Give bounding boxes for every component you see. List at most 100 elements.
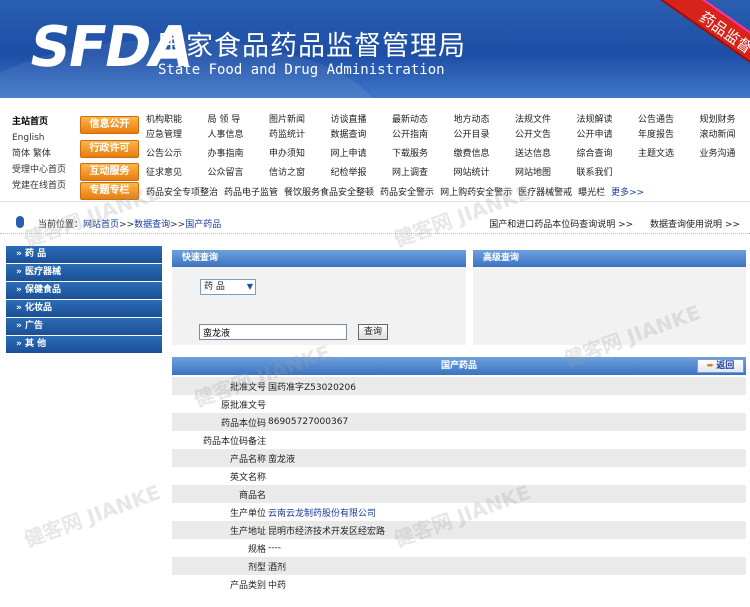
nav-topic-link[interactable]: 医疗器械警戒: [518, 185, 578, 198]
table-row: 药品本位码备注: [172, 431, 746, 449]
sidebar-item-ads[interactable]: 广告: [6, 318, 162, 336]
field-value: 86905727000367: [268, 417, 349, 427]
watermark: 健客网 JIANKE: [20, 480, 164, 552]
nav-link[interactable]: 数据查询: [331, 127, 393, 140]
nav-english-link[interactable]: English: [12, 130, 76, 146]
field-label: 药品本位码备注: [202, 436, 266, 447]
field-value: 国药准字Z53020206: [268, 382, 356, 393]
nav-link[interactable]: 纪检举报: [331, 165, 393, 178]
table-row: 原批准文号: [172, 395, 746, 413]
nav-link[interactable]: 综合查询: [577, 146, 639, 159]
nav-link[interactable]: 滚动新闻: [700, 127, 750, 140]
nav-link[interactable]: 应急管理: [146, 127, 208, 140]
nav-link[interactable]: 公开指南: [392, 127, 454, 140]
special-topic-button[interactable]: 专题专栏: [80, 182, 139, 200]
advanced-search-header[interactable]: 高级查询: [473, 250, 746, 267]
nav-link[interactable]: 缴费信息: [454, 146, 516, 159]
nav-topic-link[interactable]: 药品电子监管: [224, 185, 284, 198]
nav-link[interactable]: 申办须知: [269, 146, 331, 159]
field-label: 商品名: [238, 490, 266, 501]
nav-topic-link[interactable]: 药品安全警示: [380, 185, 440, 198]
code-query-help-link[interactable]: 国产和进口药品本位码查询说明 >>: [489, 220, 633, 230]
category-sidebar: 药 品 医疗器械 保健食品 化妆品 广告 其 他: [6, 246, 162, 354]
nav-link[interactable]: 业务沟通: [700, 146, 750, 159]
field-label: 产品类别: [229, 580, 266, 591]
breadcrumb-current[interactable]: 国产药品: [185, 220, 221, 230]
nav-link[interactable]: 网站地图: [515, 165, 577, 178]
field-value: 蛮龙液: [268, 454, 296, 465]
result-table: 批准文号 国药准字Z53020206 原批准文号 药品本位码 86905727000…: [172, 377, 746, 593]
sidebar-item-other[interactable]: 其 他: [6, 336, 162, 354]
nav-link[interactable]: 公众留言: [208, 165, 270, 178]
search-input[interactable]: [199, 324, 347, 340]
nav-link[interactable]: 年度报告: [638, 127, 700, 140]
nav-link[interactable]: 送达信息: [515, 146, 577, 159]
search-button[interactable]: 查询: [358, 324, 388, 340]
field-value: 酒剂: [268, 562, 287, 573]
nav-link[interactable]: 下载服务: [392, 146, 454, 159]
nav-link[interactable]: 公开申请: [577, 127, 639, 140]
nav-party-link[interactable]: 党建在线首页: [12, 178, 76, 194]
table-row: 规格 ----: [172, 539, 746, 557]
sidebar-item-devices[interactable]: 医疗器械: [6, 264, 162, 282]
sidebar-item-cosmetics[interactable]: 化妆品: [6, 300, 162, 318]
admin-license-button[interactable]: 行政许可: [80, 140, 139, 158]
nav-link[interactable]: 网站统计: [454, 165, 516, 178]
back-button[interactable]: 返回: [697, 359, 744, 373]
nav-link[interactable]: 征求意见: [146, 165, 208, 178]
table-row: 英文名称: [172, 467, 746, 485]
nav-more-link[interactable]: 更多>>: [611, 185, 650, 198]
category-select[interactable]: 药 品: [200, 279, 256, 295]
nav-home-link[interactable]: 主站首页: [12, 114, 76, 130]
nav-service-center-link[interactable]: 受理中心首页: [12, 162, 76, 178]
field-label: 药品本位码: [220, 418, 266, 429]
sidebar-item-drugs[interactable]: 药 品: [6, 246, 162, 264]
nav-link[interactable]: 药监统计: [269, 127, 331, 140]
nav-link[interactable]: 人事信息: [208, 127, 270, 140]
result-header: 国产药品: [172, 357, 746, 375]
nav-link[interactable]: 网上申请: [331, 146, 393, 159]
breadcrumb-separator: >>: [170, 220, 186, 230]
breadcrumb-home[interactable]: 网站首页: [83, 220, 119, 230]
info-disclosure-button[interactable]: 信息公开: [80, 116, 139, 134]
sidebar-item-health-food[interactable]: 保健食品: [6, 282, 162, 300]
nav-row-2: 应急管理 人事信息 药监统计 数据查询 公开指南 公开目录 公开文告 公开申请 …: [146, 124, 750, 143]
interactive-service-button[interactable]: 互动服务: [80, 163, 139, 181]
nav-topic-link[interactable]: 网上购药安全警示: [440, 185, 518, 198]
field-label: 英文名称: [229, 472, 266, 483]
field-value: 中药: [268, 580, 287, 591]
field-label: 剂型: [247, 562, 266, 573]
nav-row-5: 药品安全专项整治 药品电子监管 餐饮服务食品安全整顿 药品安全警示 网上购药安全…: [146, 182, 650, 201]
nav-link[interactable]: 网上调查: [392, 165, 454, 178]
manufacturer-link[interactable]: 云南云龙制药股份有限公司: [268, 506, 376, 519]
nav-link[interactable]: 公开文告: [515, 127, 577, 140]
breadcrumb-query[interactable]: 数据查询: [134, 220, 170, 230]
field-value: 昆明市经济技术开发区经宏路: [268, 526, 386, 537]
nav-language-switch[interactable]: 简体 繁体: [12, 146, 76, 162]
nav-topic-link[interactable]: 餐饮服务食品安全整顿: [284, 185, 380, 198]
breadcrumb-bar: 当前位置：网站首页>>数据查询>>国产药品 国产和进口药品本位码查询说明 >> …: [0, 212, 750, 234]
nav-topic-link[interactable]: 药品安全专项整治: [146, 185, 224, 198]
table-row: 产品类别 中药: [172, 575, 746, 593]
nav-link[interactable]: 公开目录: [454, 127, 516, 140]
nav-link[interactable]: 办事指南: [208, 146, 270, 159]
header-banner: SFDA 国家食品药品监督管理局 State Food and Drug Adm…: [0, 0, 750, 98]
site-title-en: State Food and Drug Administration: [158, 62, 445, 78]
table-row: 药品本位码 86905727000367: [172, 413, 746, 431]
field-label: 批准文号: [229, 382, 266, 393]
breadcrumb: 当前位置：网站首页>>数据查询>>国产药品: [38, 217, 221, 230]
breadcrumb-prefix: 当前位置：: [38, 220, 84, 230]
table-row: 剂型 酒剂: [172, 557, 746, 575]
nav-link[interactable]: 信访之窗: [269, 165, 331, 178]
breadcrumb-separator: >>: [119, 220, 135, 230]
field-label: 产品名称: [229, 454, 266, 465]
nav-link[interactable]: 主题文选: [638, 146, 700, 159]
data-query-help-link[interactable]: 数据查询使用说明 >>: [650, 220, 740, 230]
field-label: 原批准文号: [220, 400, 266, 411]
nav-link[interactable]: 公告公示: [146, 146, 208, 159]
corner-ribbon: 药品监督: [658, 0, 750, 85]
nav-link[interactable]: 联系我们: [577, 165, 639, 178]
nav-topic-link[interactable]: 曝光栏: [578, 185, 611, 198]
nav-row-4: 征求意见 公众留言 信访之窗 纪检举报 网上调查 网站统计 网站地图 联系我们: [146, 162, 638, 181]
field-value: ----: [268, 543, 281, 553]
